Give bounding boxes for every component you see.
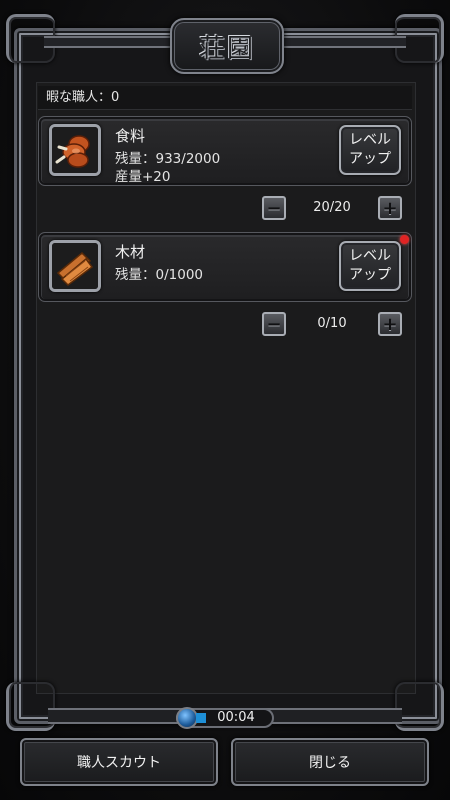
- notification-dot: [400, 235, 409, 244]
- title-rail: [44, 36, 174, 48]
- plus-icon: +: [382, 313, 398, 335]
- title-plate: 荘園: [170, 18, 284, 74]
- worker-stepper-food: − 20/20 +: [262, 196, 402, 220]
- resource-production: 産量+20: [115, 169, 171, 185]
- minus-icon: −: [266, 197, 282, 219]
- level-up-label: アップ: [349, 151, 391, 167]
- increase-workers-button[interactable]: +: [378, 312, 402, 336]
- close-label: 閉じる: [309, 755, 351, 771]
- resource-stock: 残量：0/1000: [115, 267, 203, 283]
- timer-text: 00:04: [217, 710, 255, 725]
- idle-workers-label: 暇な職人：0: [38, 86, 412, 110]
- scout-label: 職人スカウト: [77, 755, 161, 771]
- orb-icon: [176, 707, 198, 729]
- frame-ornament: [395, 682, 444, 731]
- resource-card-wood: 木材 残量：0/1000 レベル アップ: [38, 232, 412, 302]
- level-up-label: アップ: [349, 267, 391, 283]
- timer: 00:04: [176, 707, 274, 729]
- close-button[interactable]: 閉じる: [231, 738, 429, 786]
- wood-planks-icon: [49, 240, 101, 292]
- resource-card-food: 食料 残量：933/2000 産量+20 レベル アップ: [38, 116, 412, 186]
- meat-icon: [49, 124, 101, 176]
- scout-workers-button[interactable]: 職人スカウト: [20, 738, 218, 786]
- resource-name: 木材: [115, 243, 146, 261]
- increase-workers-button[interactable]: +: [378, 196, 402, 220]
- minus-icon: −: [266, 313, 282, 335]
- level-up-button-food[interactable]: レベル アップ: [339, 125, 401, 175]
- title-rail: [276, 36, 406, 48]
- level-up-label: レベル: [349, 248, 391, 264]
- worker-allocation: 0/10: [317, 316, 347, 331]
- decrease-workers-button[interactable]: −: [262, 196, 286, 220]
- level-up-label: レベル: [349, 132, 391, 148]
- level-up-button-wood[interactable]: レベル アップ: [339, 241, 401, 291]
- decrease-workers-button[interactable]: −: [262, 312, 286, 336]
- worker-allocation: 20/20: [313, 200, 351, 215]
- page-title: 荘園: [198, 33, 255, 64]
- resource-stock: 残量：933/2000: [115, 151, 221, 167]
- plus-icon: +: [382, 197, 398, 219]
- worker-stepper-wood: − 0/10 +: [262, 312, 402, 336]
- resource-name: 食料: [115, 127, 146, 145]
